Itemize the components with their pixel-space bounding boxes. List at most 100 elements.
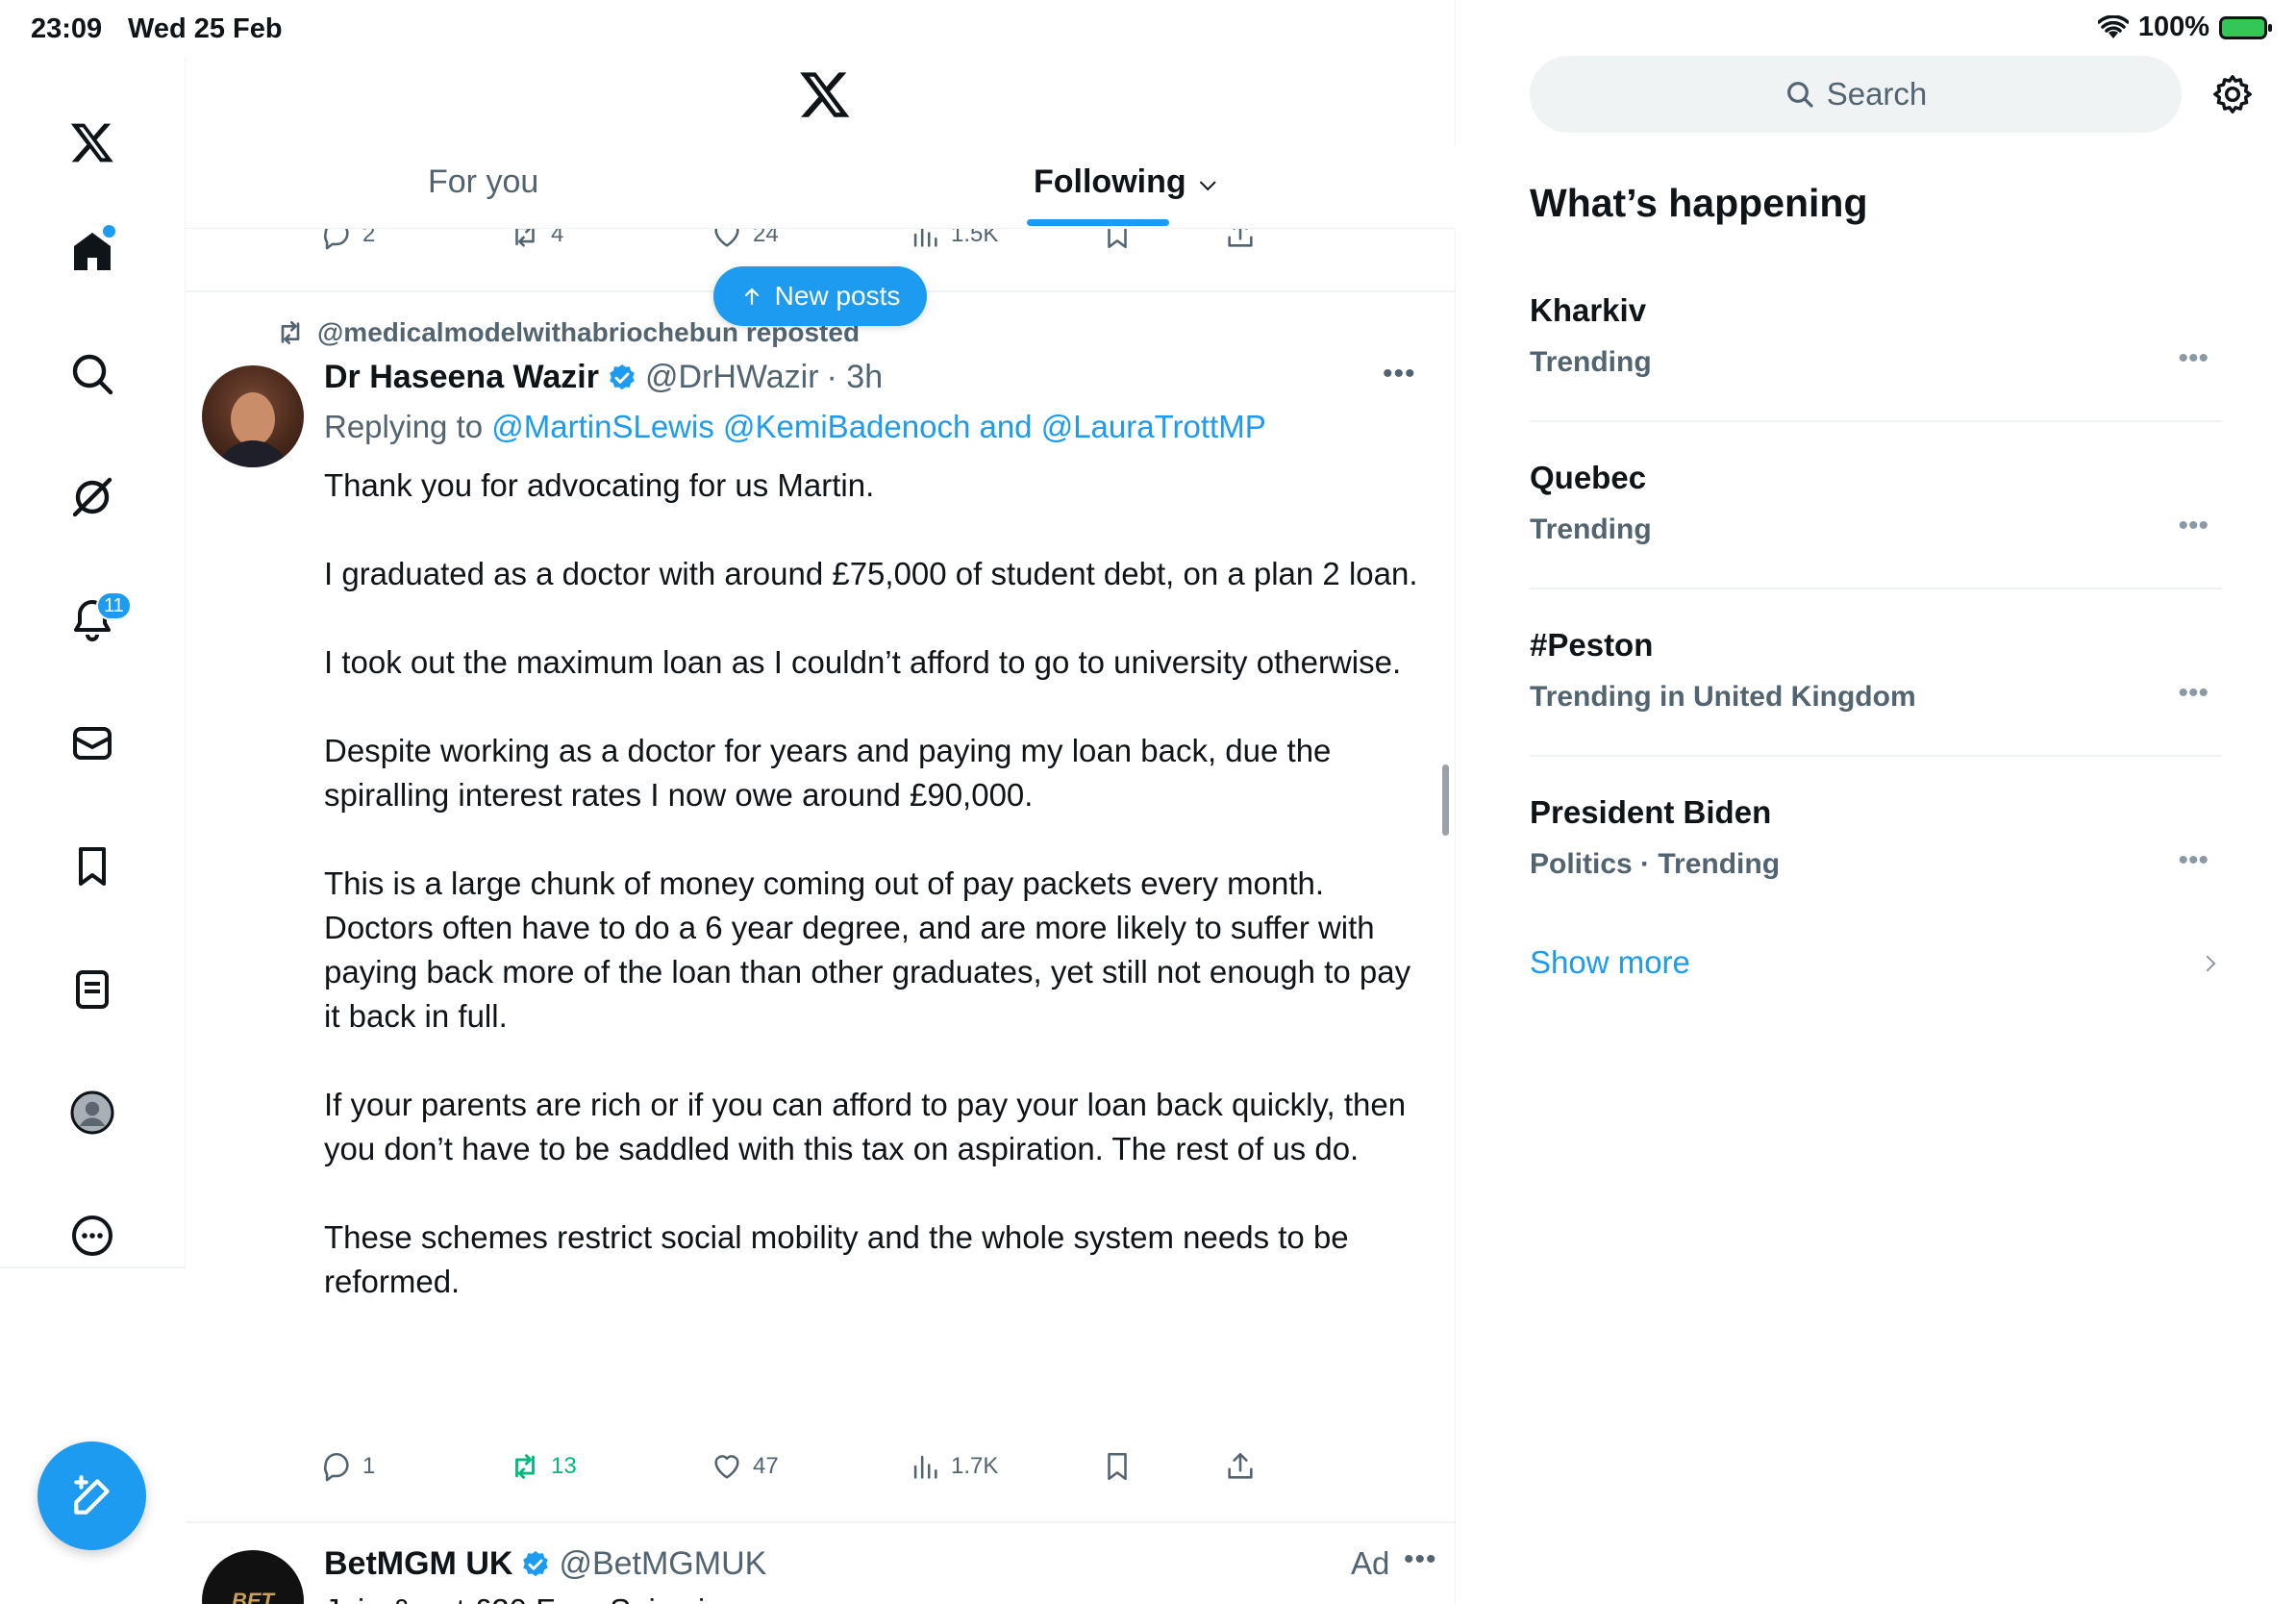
trend-item[interactable]: President Biden Politics · Trending •••: [1530, 794, 2222, 962]
ad-snippet: Join & get £20 Free Spins in...: [324, 1592, 749, 1604]
like-count: 47: [753, 1453, 779, 1479]
repost-button[interactable]: 13: [509, 1450, 577, 1483]
whats-happening-title: What’s happening: [1530, 181, 1868, 225]
more-icon[interactable]: [58, 1201, 127, 1270]
reply-icon: [323, 1452, 349, 1482]
bookmark-icon: [1108, 1452, 1127, 1481]
trend-item[interactable]: Kharkiv Trending •••: [1530, 292, 2222, 460]
search-icon[interactable]: [58, 339, 127, 409]
author-avatar[interactable]: [202, 365, 304, 467]
x-header-logo-icon[interactable]: [798, 67, 852, 121]
views-count: 1.7K: [951, 1453, 999, 1479]
avatar-face: [231, 392, 275, 446]
trend-more-icon[interactable]: •••: [2178, 844, 2209, 877]
verified-badge-icon: [610, 363, 635, 389]
left-navigation: 11: [0, 58, 186, 1269]
tab-following[interactable]: Following: [1034, 163, 1216, 201]
right-sidebar: Search What’s happening Kharkiv Trending…: [1456, 0, 2296, 1604]
active-tab-indicator: [1027, 219, 1169, 226]
share-button[interactable]: [1224, 1450, 1257, 1483]
tweet-paragraph: I graduated as a doctor with around £75,…: [324, 556, 1418, 591]
replying-to: Replying to @MartinSLewis @KemiBadenoch …: [324, 409, 1266, 445]
repost-count: 13: [551, 1453, 577, 1479]
notifications-badge: 11: [96, 591, 132, 620]
tweet-more-icon[interactable]: •••: [1383, 358, 1416, 390]
tweet-paragraph: Thank you for advocating for us Martin.: [324, 467, 875, 503]
trend-item[interactable]: #Peston Trending in United Kingdom •••: [1530, 627, 2222, 794]
replying-prefix: Replying to: [324, 409, 492, 444]
tweet-paragraph: This is a large chunk of money coming ou…: [324, 865, 1411, 1034]
gear-icon[interactable]: [2210, 72, 2255, 116]
trend-topic: #Peston: [1530, 627, 1654, 663]
trend-divider: [1530, 755, 2222, 757]
ad-label: Ad: [1351, 1545, 1390, 1581]
tweet-paragraph: These schemes restrict social mobility a…: [324, 1219, 1349, 1299]
compose-button[interactable]: [37, 1441, 146, 1550]
notifications-icon[interactable]: 11: [58, 586, 132, 655]
home-unread-dot: [103, 225, 115, 238]
tab-for-you[interactable]: For you: [428, 163, 538, 201]
chevron-down-icon: [1199, 174, 1216, 191]
share-icon: [1228, 1452, 1253, 1479]
lists-icon[interactable]: [58, 955, 127, 1024]
tab-following-label: Following: [1034, 163, 1186, 200]
trend-meta: Trending: [1530, 514, 1652, 545]
repost-icon: [515, 1454, 535, 1479]
reply-button[interactable]: 1: [320, 1450, 375, 1483]
reply-count: 1: [362, 1453, 376, 1479]
bookmark-button[interactable]: [1101, 1450, 1134, 1483]
ad-more-icon[interactable]: •••: [1404, 1543, 1437, 1576]
trend-meta: Trending: [1530, 346, 1652, 378]
trend-topic: Kharkiv: [1530, 292, 1647, 328]
trend-topic: President Biden: [1530, 794, 1772, 830]
ad-avatar-logo-text: BET: [232, 1589, 274, 1604]
trend-more-icon[interactable]: •••: [2178, 677, 2209, 710]
ad-author-avatar[interactable]: BET: [202, 1550, 304, 1604]
verified-badge-icon: [523, 1550, 549, 1576]
bookmarks-icon[interactable]: [58, 832, 127, 901]
profile-avatar-icon[interactable]: [58, 1078, 127, 1147]
tweet-actions: 1 13 47 1.7K: [186, 1450, 1456, 1498]
like-button[interactable]: 47: [711, 1450, 779, 1483]
timeline-column: For you Following 2 4 24 1.5K New posts …: [186, 0, 1456, 1604]
nav-divider: [0, 1266, 186, 1268]
search-icon: [1786, 82, 1813, 108]
trend-divider: [1530, 588, 2222, 589]
replying-mentions[interactable]: @MartinSLewis @KemiBadenoch and @LauraTr…: [491, 409, 1265, 444]
views-bar-icon: [913, 1455, 937, 1479]
tweet-paragraph: Despite working as a doctor for years an…: [324, 733, 1332, 813]
home-icon[interactable]: [58, 216, 127, 286]
tweet-text: Thank you for advocating for us Martin. …: [324, 464, 1430, 1348]
tweet-author-line: Dr Haseena Wazir @DrHWazir · 3h: [324, 359, 883, 396]
trend-topic: Quebec: [1530, 460, 1647, 495]
status-time: 23:09: [31, 13, 103, 44]
messages-icon[interactable]: [58, 709, 127, 778]
tweet-paragraph: I took out the maximum loan as I couldn’…: [324, 644, 1402, 680]
search-input[interactable]: Search: [1530, 56, 2182, 133]
new-posts-label: New posts: [774, 281, 901, 311]
repost-context-icon: [281, 321, 300, 344]
show-more-link[interactable]: Show more: [1530, 944, 1690, 981]
tweet-paragraph: If your parents are rich or if you can a…: [324, 1087, 1407, 1166]
trend-meta: Politics · Trending: [1530, 848, 1781, 880]
trend-more-icon[interactable]: •••: [2178, 342, 2209, 375]
author-handle[interactable]: @DrHWazir: [645, 359, 819, 396]
trend-more-icon[interactable]: •••: [2178, 510, 2209, 542]
ad-author-name[interactable]: BetMGM UK: [324, 1545, 512, 1583]
trend-divider: [1530, 420, 2222, 422]
trend-item[interactable]: Quebec Trending •••: [1530, 460, 2222, 627]
x-logo-icon[interactable]: [58, 108, 127, 177]
new-posts-pill[interactable]: New posts: [713, 266, 927, 326]
ad-author-handle[interactable]: @BetMGMUK: [559, 1545, 766, 1583]
timeline-tabs: For you Following: [186, 144, 1456, 229]
trend-meta: Trending in United Kingdom: [1530, 681, 1916, 713]
arrow-up-icon: [744, 288, 759, 306]
scrollbar-thumb[interactable]: [1442, 764, 1449, 836]
avatar-body: [215, 440, 290, 467]
grok-icon[interactable]: [58, 463, 127, 532]
tweet-time[interactable]: · 3h: [827, 359, 884, 396]
views-button[interactable]: 1.7K: [909, 1450, 998, 1483]
tweet-separator: [186, 1521, 1456, 1523]
author-name[interactable]: Dr Haseena Wazir: [324, 359, 599, 396]
heart-icon: [714, 1455, 739, 1479]
